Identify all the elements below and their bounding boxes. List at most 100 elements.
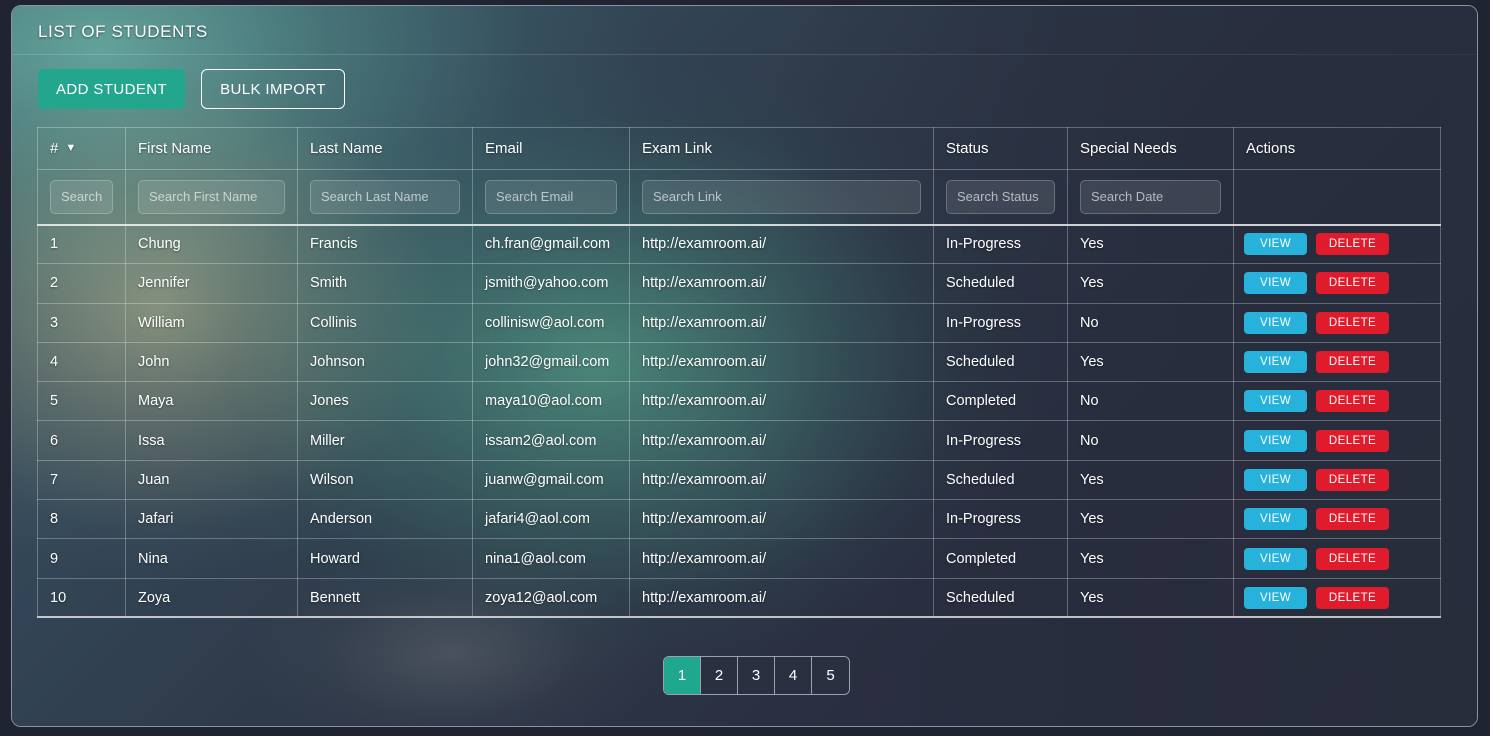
column-header-first-name[interactable]: First Name	[125, 127, 298, 170]
cell-first-name: Maya	[125, 381, 298, 422]
cell-exam-link[interactable]: http://examroom.ai/	[629, 538, 934, 579]
table-body: 1ChungFrancisch.fran@gmail.comhttp://exa…	[37, 169, 1441, 619]
cell-exam-link[interactable]: http://examroom.ai/	[629, 499, 934, 540]
search-last-input[interactable]	[310, 179, 460, 214]
delete-button[interactable]: DELETE	[1316, 429, 1389, 452]
delete-button[interactable]: DELETE	[1316, 233, 1389, 256]
page-button-1[interactable]: 1	[664, 657, 701, 694]
cell-actions: VIEW DELETE	[1233, 341, 1441, 383]
delete-button[interactable]: DELETE	[1316, 311, 1389, 334]
row-action-group: VIEW DELETE	[1244, 586, 1428, 609]
page-button-5[interactable]: 5	[812, 657, 849, 694]
cell-status: Completed	[933, 381, 1068, 422]
table-header-row: # ▼ First Name Last Name Email Exam Link …	[37, 127, 1441, 170]
cell-status: In-Progress	[933, 223, 1068, 265]
view-button[interactable]: VIEW	[1244, 429, 1307, 452]
cell-first-name: Zoya	[125, 577, 298, 619]
view-button[interactable]: VIEW	[1244, 233, 1307, 256]
cell-first-name: William	[125, 302, 298, 343]
page-button-3[interactable]: 3	[738, 657, 775, 694]
delete-button[interactable]: DELETE	[1316, 272, 1389, 295]
view-button[interactable]: VIEW	[1244, 468, 1307, 491]
cell-email: ch.fran@gmail.com	[472, 223, 630, 265]
page-button-4[interactable]: 4	[775, 657, 812, 694]
table-row: 8 Jafari Anderson jafari4@aol.com http://exa…	[37, 499, 1441, 540]
search-email-input[interactable]	[485, 179, 617, 214]
cell-special-needs: No	[1067, 302, 1234, 343]
delete-button[interactable]: DELETE	[1316, 586, 1389, 609]
cell-special-needs: No	[1067, 420, 1234, 461]
cell-email: john32@gmail.com	[472, 341, 630, 383]
cell-special-needs: Yes	[1067, 499, 1234, 540]
cell-special-needs: No	[1067, 381, 1234, 422]
view-button[interactable]: VIEW	[1244, 351, 1307, 374]
cell-exam-link[interactable]: http://examroom.ai/	[629, 223, 934, 265]
table-row: 2 Jennifer Smith jsmith@yahoo.com http://exa…	[37, 263, 1441, 304]
column-header-email[interactable]: Email	[472, 127, 630, 170]
cell-exam-link[interactable]: http://examroom.ai/	[629, 341, 934, 383]
delete-button[interactable]: DELETE	[1316, 547, 1389, 570]
search-num-input[interactable]	[50, 179, 113, 214]
cell-special-needs: Yes	[1067, 577, 1234, 619]
cell-actions: VIEW DELETE	[1233, 499, 1441, 540]
cell-first-name: John	[125, 341, 298, 383]
view-button[interactable]: VIEW	[1244, 390, 1307, 413]
cell-exam-link[interactable]: http://examroom.ai/	[629, 577, 934, 619]
cell-last-name: Anderson	[297, 499, 473, 540]
delete-button[interactable]: DELETE	[1316, 390, 1389, 413]
search-cell-status	[933, 169, 1068, 226]
cell-exam-link[interactable]: http://examroom.ai/	[629, 420, 934, 461]
chevron-down-icon[interactable]: ▼	[65, 142, 76, 154]
search-cell-special-needs	[1067, 169, 1234, 226]
cell-first-name: Jennifer	[125, 263, 298, 304]
search-date-input[interactable]	[1080, 179, 1221, 214]
view-button[interactable]: VIEW	[1244, 311, 1307, 334]
cell-email: collinisw@aol.com	[472, 302, 630, 343]
cell-exam-link[interactable]: http://examroom.ai/	[629, 263, 934, 304]
cell-exam-link[interactable]: http://examroom.ai/	[629, 302, 934, 343]
cell-email: jafari4@aol.com	[472, 499, 630, 540]
cell-status: Completed	[933, 538, 1068, 579]
search-link-input[interactable]	[642, 179, 921, 214]
cell-last-name: Jones	[297, 381, 473, 422]
cell-last-name: Smith	[297, 263, 473, 304]
cell-exam-link[interactable]: http://examroom.ai/	[629, 459, 934, 501]
row-action-group: VIEW DELETE	[1244, 272, 1428, 295]
search-cell-num	[37, 169, 126, 226]
pagination: 12345	[663, 656, 850, 695]
cell-num: 6	[37, 420, 126, 461]
view-button[interactable]: VIEW	[1244, 508, 1307, 531]
column-header-exam-link[interactable]: Exam Link	[629, 127, 934, 170]
view-button[interactable]: VIEW	[1244, 586, 1307, 609]
delete-button[interactable]: DELETE	[1316, 351, 1389, 374]
cell-num: 9	[37, 538, 126, 579]
cell-actions: VIEW DELETE	[1233, 538, 1441, 579]
cell-num: 2	[37, 263, 126, 304]
cell-num: 1	[37, 223, 126, 265]
app-root: LIST OF STUDENTS ADD STUDENT BULK IMPORT	[0, 0, 1490, 736]
row-action-group: VIEW DELETE	[1244, 351, 1428, 374]
cell-num: 3	[37, 302, 126, 343]
page-button-2[interactable]: 2	[701, 657, 738, 694]
cell-exam-link[interactable]: http://examroom.ai/	[629, 381, 934, 422]
search-status-input[interactable]	[946, 179, 1055, 214]
search-cell-first-name	[125, 169, 298, 226]
delete-button[interactable]: DELETE	[1316, 468, 1389, 491]
column-header-last-name[interactable]: Last Name	[297, 127, 473, 170]
view-button[interactable]: VIEW	[1244, 272, 1307, 295]
cell-last-name: Wilson	[297, 459, 473, 501]
column-header-num[interactable]: # ▼	[37, 127, 126, 170]
column-header-special-needs[interactable]: Special Needs	[1067, 127, 1234, 170]
view-button[interactable]: VIEW	[1244, 547, 1307, 570]
cell-last-name: Collinis	[297, 302, 473, 343]
add-student-button[interactable]: ADD STUDENT	[38, 69, 186, 109]
search-cell-email	[472, 169, 630, 226]
bulk-import-button[interactable]: BULK IMPORT	[201, 69, 345, 109]
table-head: # ▼ First Name Last Name Email Exam Link …	[37, 127, 1441, 170]
cell-num: 4	[37, 341, 126, 383]
column-header-actions[interactable]: Actions	[1233, 127, 1441, 170]
cell-actions: VIEW DELETE	[1233, 263, 1441, 304]
delete-button[interactable]: DELETE	[1316, 508, 1389, 531]
search-first-input[interactable]	[138, 179, 285, 214]
column-header-status[interactable]: Status	[933, 127, 1068, 170]
